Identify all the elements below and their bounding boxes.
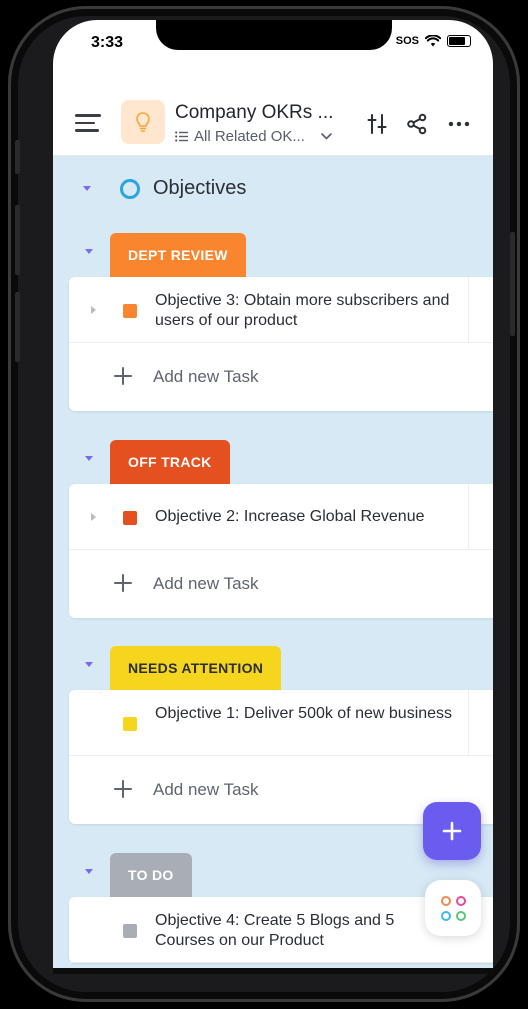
add-task-label: Add new Task: [153, 367, 259, 386]
objectives-label: Objectives: [153, 177, 247, 199]
task-row[interactable]: Objective 1: Deliver 500k of new busines…: [69, 690, 493, 756]
chevron-down-icon: [321, 133, 332, 140]
board-content: Objectives DEPT REVIEW Objective 3: Obta…: [53, 156, 493, 968]
add-task-label: Add new Task: [153, 780, 259, 799]
menu-icon[interactable]: [75, 114, 101, 132]
status-tag[interactable]: TO DO: [110, 853, 192, 897]
task-name[interactable]: Objective 4: Create 5 Blogs and 5 Course…: [155, 911, 425, 951]
add-task-button[interactable]: Add new Task: [69, 343, 493, 411]
add-fab-button[interactable]: [423, 802, 481, 860]
share-icon[interactable]: [405, 112, 429, 136]
collapse-caret-icon[interactable]: [85, 456, 93, 461]
view-label: All Related OK...: [194, 128, 305, 145]
battery-icon: [447, 35, 471, 47]
status-indicators: SOS: [396, 35, 471, 47]
add-task-button[interactable]: Add new Task: [69, 550, 493, 618]
plus-icon: [442, 821, 462, 841]
plus-icon: [114, 367, 132, 385]
task-name[interactable]: Objective 1: Deliver 500k of new busines…: [155, 704, 465, 724]
collapse-caret-icon[interactable]: [85, 662, 93, 667]
phone-screen: 3:33 SOS Company OKRs ... All Related OK…: [53, 20, 493, 968]
task-name[interactable]: Objective 3: Obtain more subscribers and…: [155, 291, 465, 331]
volume-down-button: [15, 292, 20, 362]
task-status-icon[interactable]: [123, 304, 137, 318]
app-header: Company OKRs ... All Related OK...: [53, 64, 493, 156]
apps-icon[interactable]: [425, 880, 481, 936]
task-status-icon[interactable]: [123, 717, 137, 731]
lightbulb-icon[interactable]: [121, 100, 165, 144]
task-status-icon[interactable]: [123, 924, 137, 938]
status-tag[interactable]: DEPT REVIEW: [110, 233, 246, 277]
filter-icon[interactable]: [365, 112, 389, 136]
phone-notch: [156, 20, 392, 50]
task-card: Objective 3: Obtain more subscribers and…: [69, 277, 493, 411]
sos-indicator: SOS: [395, 35, 419, 47]
plus-icon: [114, 574, 132, 592]
collapse-caret-icon[interactable]: [85, 869, 93, 874]
task-card: Objective 2: Increase Global Revenue Add…: [69, 484, 493, 618]
status-tag[interactable]: OFF TRACK: [110, 440, 230, 484]
page-title[interactable]: Company OKRs ...: [175, 102, 333, 124]
status-tag[interactable]: NEEDS ATTENTION: [110, 646, 282, 690]
plus-icon: [114, 780, 132, 798]
bottom-bezel: [53, 968, 493, 974]
task-status-icon[interactable]: [123, 511, 137, 525]
expand-icon[interactable]: [91, 513, 96, 521]
volume-up-button: [15, 205, 20, 275]
expand-icon[interactable]: [91, 306, 96, 314]
list-status-icon: [120, 178, 140, 199]
list-icon: [175, 131, 188, 142]
power-button: [510, 232, 515, 336]
objectives-header[interactable]: Objectives: [83, 177, 246, 200]
mute-switch: [15, 140, 20, 174]
add-task-label: Add new Task: [153, 574, 259, 593]
task-row[interactable]: Objective 2: Increase Global Revenue: [69, 484, 493, 550]
more-icon[interactable]: [447, 112, 471, 136]
collapse-caret-icon[interactable]: [85, 249, 93, 254]
task-name[interactable]: Objective 2: Increase Global Revenue: [155, 507, 465, 527]
task-row[interactable]: Objective 3: Obtain more subscribers and…: [69, 277, 493, 343]
status-time: 3:33: [91, 34, 124, 51]
collapse-caret-icon[interactable]: [83, 186, 91, 191]
wifi-icon: [425, 35, 441, 47]
view-selector[interactable]: All Related OK...: [175, 128, 332, 145]
